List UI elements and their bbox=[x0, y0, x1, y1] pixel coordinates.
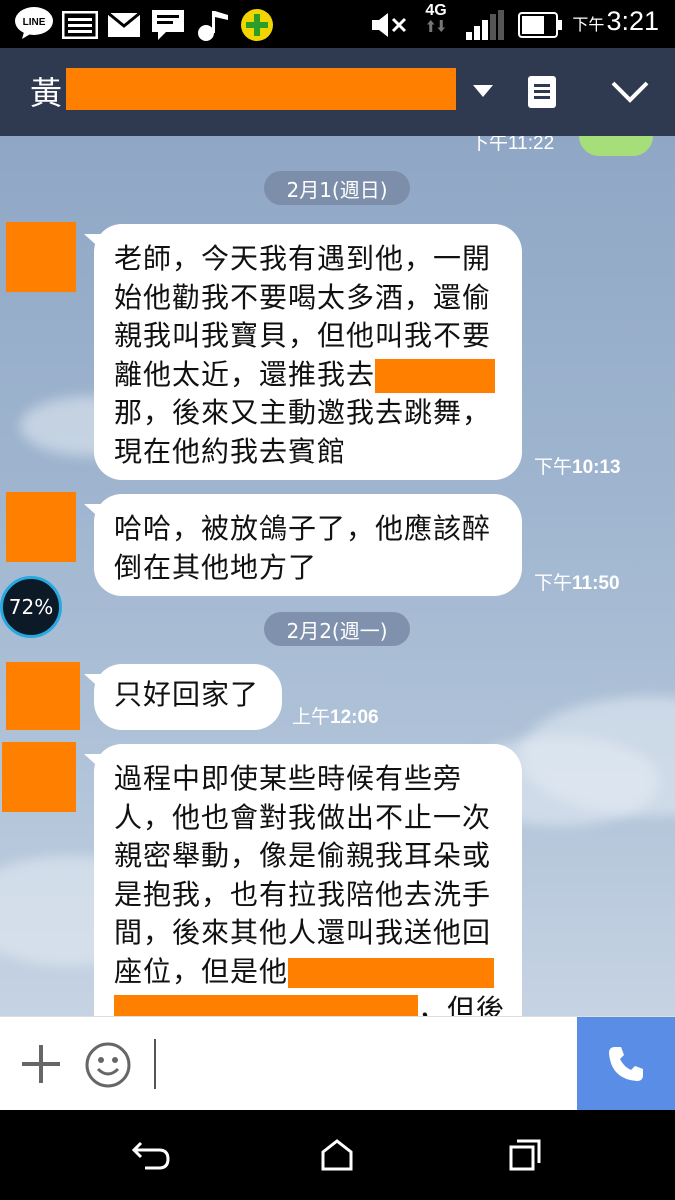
text-cursor bbox=[154, 1039, 156, 1089]
message-timestamp: 上午12:06 bbox=[292, 707, 379, 728]
app-icon bbox=[240, 9, 274, 41]
call-icon bbox=[609, 1047, 643, 1081]
message-text: 倒在其他地方了 bbox=[114, 550, 318, 584]
emoji-icon[interactable] bbox=[84, 1041, 132, 1089]
plus-icon[interactable] bbox=[20, 1043, 62, 1085]
network-icon: 4G bbox=[424, 2, 448, 32]
message-text: ，但後 bbox=[418, 993, 506, 1016]
message-bubble[interactable]: 只好回家了 bbox=[84, 664, 282, 730]
dropdown-icon[interactable] bbox=[468, 76, 498, 106]
clock: 下午3:21 bbox=[572, 6, 659, 36]
message-text: 那，後來又主動邀我去跳舞， bbox=[114, 396, 492, 429]
message-text: 始他勸我不要喝太多酒，還偷 bbox=[114, 280, 492, 314]
avatar[interactable] bbox=[6, 492, 76, 562]
signal-icon bbox=[466, 10, 504, 40]
input-bar bbox=[0, 1016, 675, 1111]
redaction-block bbox=[114, 995, 418, 1016]
avatar[interactable] bbox=[6, 222, 76, 292]
message-text: 只好回家了 bbox=[114, 678, 260, 711]
message-text: 人，他也會對我做出不止一次 bbox=[114, 800, 492, 834]
music-icon bbox=[196, 10, 230, 41]
message-timestamp: 下午11:50 bbox=[534, 573, 620, 594]
message-icon bbox=[152, 10, 184, 40]
message-text: 親密舉動，像是偷親我耳朵或 bbox=[114, 839, 492, 872]
message-text: 哈哈，被放鴿子了，他應該醉 bbox=[114, 512, 492, 545]
home-icon[interactable] bbox=[314, 1132, 360, 1178]
contact-name[interactable]: 黃 bbox=[30, 68, 62, 114]
redaction-block bbox=[66, 68, 456, 110]
message-text: 老師，今天我有遇到他，一開 bbox=[114, 242, 492, 275]
avatar[interactable] bbox=[6, 662, 80, 730]
date-divider: 2月1(週日) bbox=[264, 171, 410, 205]
battery-icon bbox=[518, 10, 562, 40]
recents-icon[interactable] bbox=[502, 1132, 548, 1178]
sent-timestamp: 下午11:22 bbox=[470, 136, 555, 154]
message-text: 離他太近，還推我去 bbox=[114, 357, 376, 391]
status-bar: LINE 4G 下午3:21 bbox=[0, 0, 675, 48]
message-text: 現在他約我去賓館 bbox=[114, 434, 347, 468]
message-text: 座位，但是他 bbox=[114, 954, 289, 988]
navigation-bar bbox=[0, 1110, 675, 1200]
notes-icon[interactable] bbox=[522, 72, 562, 112]
message-timestamp: 下午10:13 bbox=[534, 457, 621, 478]
message-text: 親我叫我寶貝，但他叫我不要 bbox=[114, 319, 492, 352]
redaction-block bbox=[375, 358, 496, 393]
message-text: 過程中即使某些時候有些旁 bbox=[114, 762, 463, 795]
call-button[interactable] bbox=[577, 1017, 675, 1111]
avatar[interactable] bbox=[2, 742, 76, 812]
message-bubble[interactable]: 過程中即使某些時候有些旁 人，他也會對我做出不止一次 親密舉動，像是偷親我耳朵或… bbox=[84, 744, 522, 1016]
message-text: 是抱我，也有拉我陪他去洗手 bbox=[114, 877, 492, 911]
message-bubble[interactable]: 老師，今天我有遇到他，一開 始他勸我不要喝太多酒，還偷 親我叫我寶貝，但他叫我不… bbox=[84, 224, 522, 480]
svg-text:LINE: LINE bbox=[23, 17, 46, 28]
date-divider: 2月2(週一) bbox=[264, 612, 410, 646]
gallery-icon bbox=[62, 10, 98, 40]
message-input[interactable] bbox=[160, 1027, 570, 1101]
redaction-block bbox=[288, 957, 495, 988]
collapse-icon[interactable] bbox=[608, 74, 652, 110]
message-text: 間，後來其他人還叫我送他回 bbox=[114, 916, 492, 949]
line-icon: LINE bbox=[14, 7, 54, 39]
chat-header: 黃 bbox=[0, 48, 675, 136]
back-icon[interactable] bbox=[128, 1132, 174, 1178]
mute-icon bbox=[370, 10, 408, 40]
battery-badge[interactable]: 72% bbox=[0, 576, 62, 638]
sent-message-bubble[interactable] bbox=[579, 136, 653, 156]
chat-area[interactable]: 下午11:22 2月1(週日) 老師，今天我有遇到他，一開 始他勸我不要喝太多酒… bbox=[0, 136, 675, 1016]
mail-icon bbox=[108, 10, 140, 40]
message-bubble[interactable]: 哈哈，被放鴿子了，他應該醉 倒在其他地方了 bbox=[84, 494, 522, 596]
